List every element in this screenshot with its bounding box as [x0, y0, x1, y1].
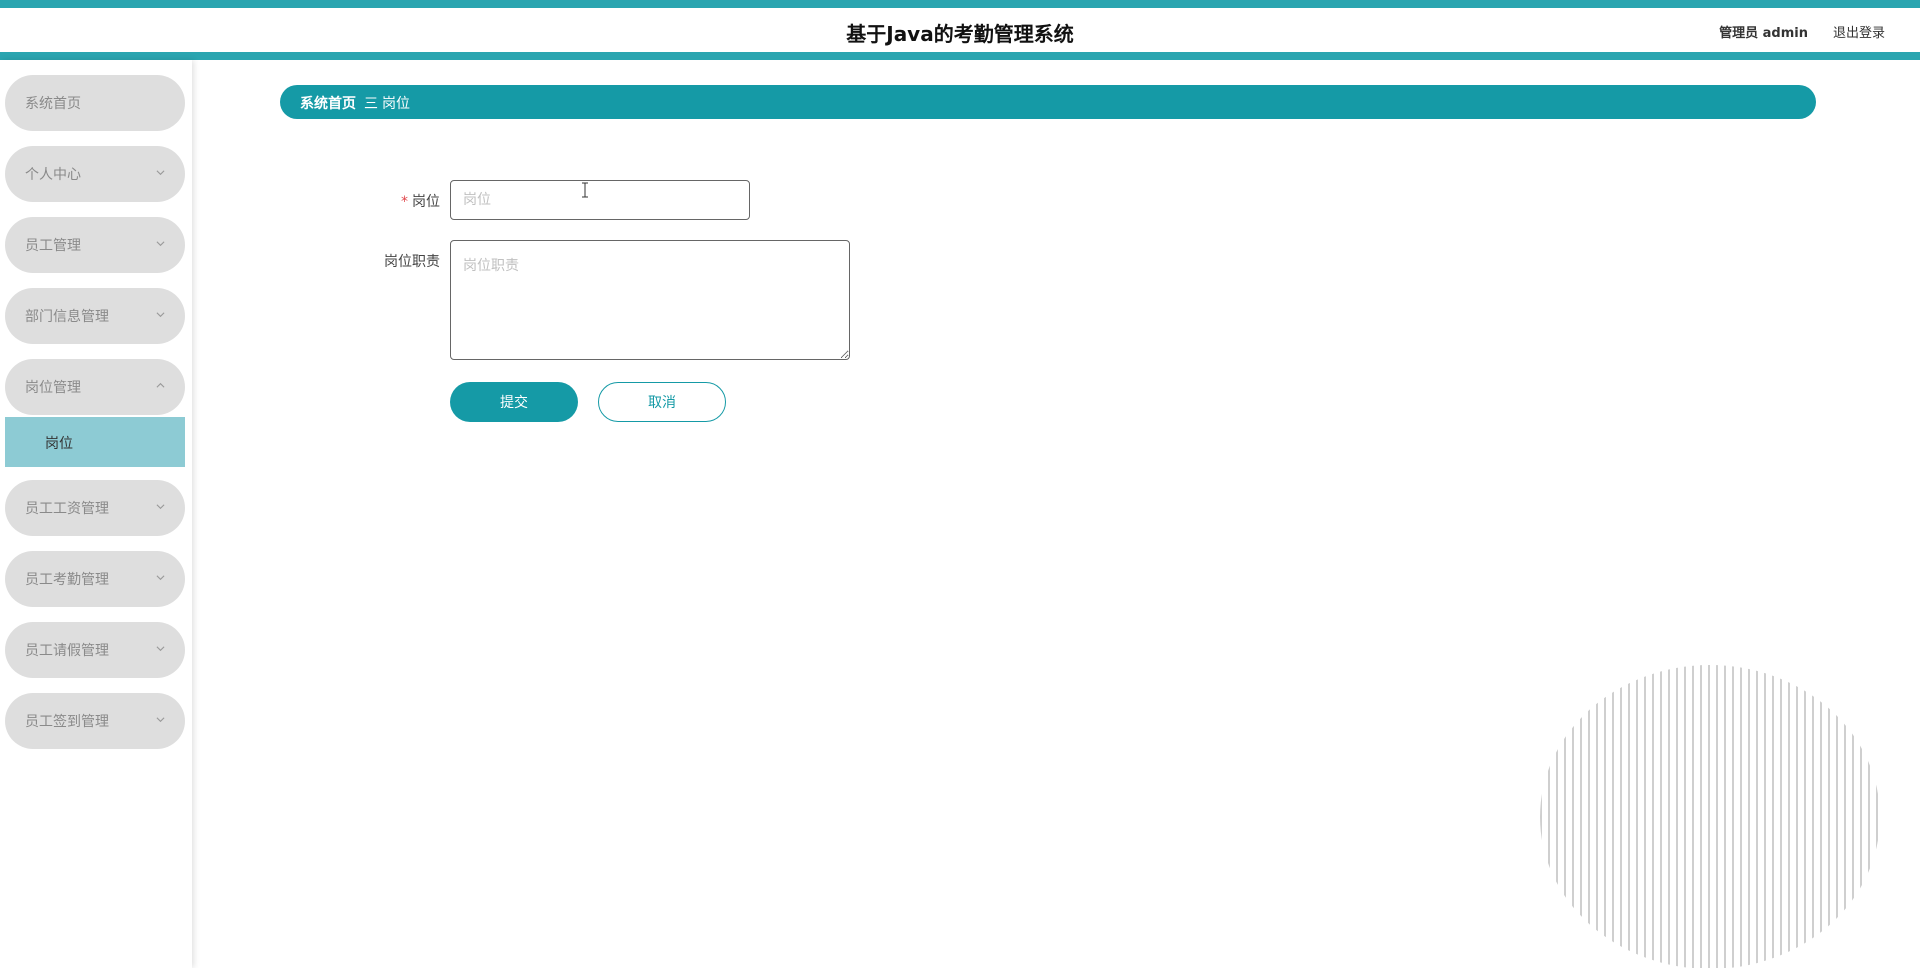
sidebar-item-salary-management[interactable]: 员工工资管理: [5, 480, 185, 536]
sidebar-item-label: 员工考勤管理: [25, 572, 109, 588]
chevron-down-icon: [156, 717, 165, 723]
sidebar-item-checkin-management[interactable]: 员工签到管理: [5, 693, 185, 749]
duty-textarea[interactable]: [450, 240, 850, 360]
breadcrumb-separator: 三: [364, 96, 378, 112]
chevron-down-icon: [156, 312, 165, 318]
submit-button[interactable]: 提交: [450, 382, 578, 422]
sidebar-item-attendance-management[interactable]: 员工考勤管理: [5, 551, 185, 607]
breadcrumb-home-link[interactable]: 系统首页: [300, 93, 356, 113]
sidebar-subitem-label: 岗位: [45, 436, 73, 452]
sidebar-item-personal-center[interactable]: 个人中心: [5, 146, 185, 202]
sidebar-item-label: 系统首页: [25, 96, 81, 112]
chevron-up-icon: [156, 382, 165, 388]
sidebar-subitem-position[interactable]: 岗位: [5, 417, 185, 467]
cancel-button[interactable]: 取消: [598, 382, 726, 422]
sidebar-item-label: 个人中心: [25, 167, 81, 183]
chevron-down-icon: [156, 504, 165, 510]
sidebar-item-home[interactable]: 系统首页: [5, 75, 185, 131]
sidebar-menu: 系统首页 个人中心 员工管理 部门信息管理 岗位管理 岗位 员工工资管理 员工考…: [0, 60, 192, 968]
chevron-down-icon: [156, 241, 165, 247]
chevron-down-icon: [156, 575, 165, 581]
sidebar-item-label: 岗位管理: [25, 380, 81, 396]
sidebar-item-position-management[interactable]: 岗位管理: [5, 359, 185, 415]
decorative-striped-circle: [1540, 665, 1878, 968]
sidebar-item-leave-management[interactable]: 员工请假管理: [5, 622, 185, 678]
position-field-label: * 岗位: [320, 191, 440, 211]
required-mark: *: [401, 194, 408, 210]
sidebar-item-label: 员工管理: [25, 238, 81, 254]
duty-field-label: 岗位职责: [384, 254, 440, 270]
chevron-down-icon: [156, 170, 165, 176]
top-header: 基于Java的考勤管理系统 管理员 admin 退出登录: [0, 0, 1920, 60]
sidebar-item-department-management[interactable]: 部门信息管理: [5, 288, 185, 344]
sidebar-item-employee-management[interactable]: 员工管理: [5, 217, 185, 273]
position-label-text: 岗位: [412, 194, 440, 210]
text-cursor-icon: [582, 182, 588, 198]
sidebar-item-label: 员工签到管理: [25, 714, 109, 730]
logout-link[interactable]: 退出登录: [1833, 22, 1885, 41]
sidebar-item-label: 部门信息管理: [25, 309, 109, 325]
sidebar-item-label: 员工请假管理: [25, 643, 109, 659]
app-title: 基于Java的考勤管理系统: [846, 22, 1074, 46]
position-input[interactable]: [450, 180, 750, 220]
breadcrumb-current: 岗位: [382, 96, 410, 112]
current-user-label: 管理员 admin: [1719, 26, 1808, 41]
breadcrumb: 系统首页 三 岗位: [280, 85, 1816, 119]
chevron-down-icon: [156, 646, 165, 652]
sidebar-item-label: 员工工资管理: [25, 501, 109, 517]
